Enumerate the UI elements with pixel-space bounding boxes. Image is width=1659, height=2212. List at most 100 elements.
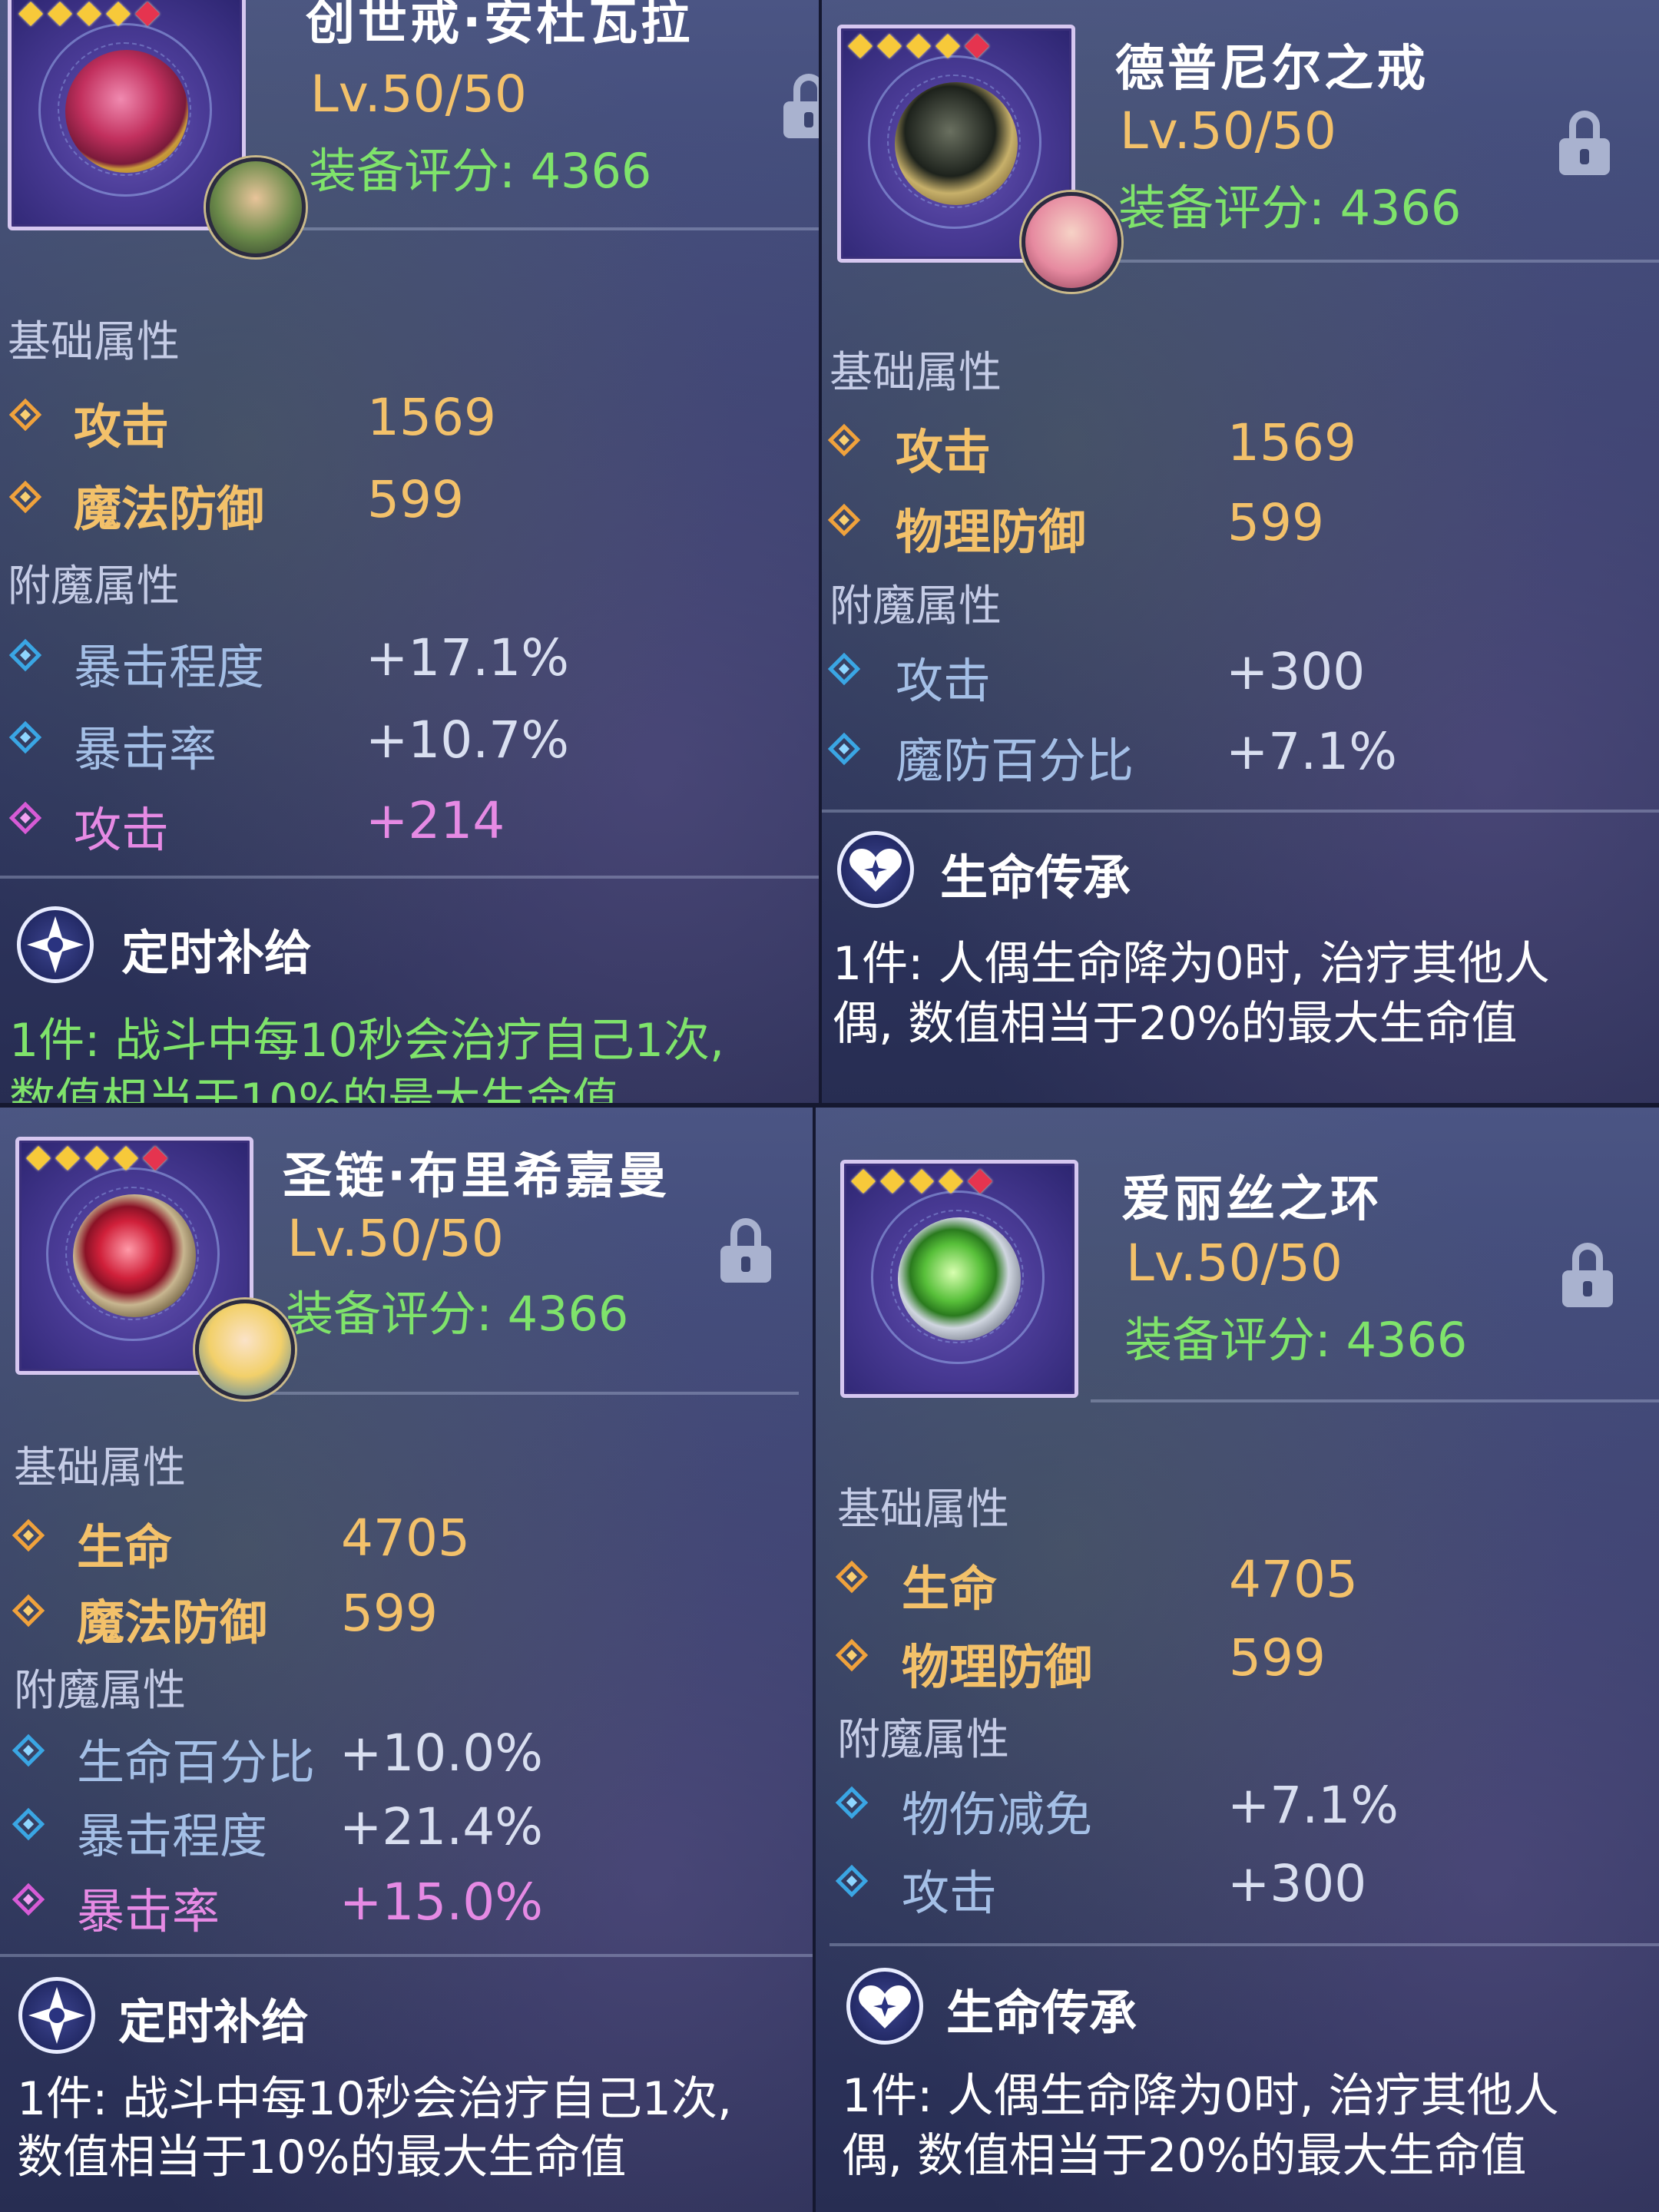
set-effect-desc-line2: 偶, 数值相当于20%的最大生命值 [833,997,1518,1051]
base-attr-row: 攻击 1569 [8,388,813,455]
base-attributes-header: 基础属性 [830,348,1002,398]
panel-separator [819,0,822,1106]
ring-gem-icon [898,1217,1021,1340]
lock-icon[interactable] [1562,1243,1613,1307]
diamond-bullet-icon [12,1734,45,1767]
diamond-bullet-icon [8,801,42,835]
star-rarity-icon [935,34,960,58]
equipment-level: Lv.50/50 [1126,1233,1343,1293]
set-effect-desc-line1: 1件: 战斗中每10秒会治疗自己1次, [9,1014,725,1068]
equipment-level: Lv.50/50 [1120,101,1336,161]
divider [820,810,1659,813]
set-effect-icon[interactable] [18,1977,95,2054]
set-effect-desc-line1: 1件: 人偶生命降为0时, 治疗其他人 [842,2069,1559,2123]
enchant-attr-row: 攻击 +300 [835,1854,1654,1921]
base-attr-row: 物理防御 599 [835,1628,1654,1695]
equipment-level: Lv.50/50 [310,65,527,124]
enchant-attr-row: 物伤减免 +7.1% [835,1776,1654,1843]
equipment-card-deponier: 德普尼尔之戒 Lv.50/50 装备评分: 4366 基础属性 攻击 1569 … [820,0,1659,1106]
diamond-bullet-icon [8,720,42,754]
base-attributes-header: 基础属性 [837,1485,1009,1535]
star-rarity-icon [968,1169,992,1194]
diamond-bullet-icon [835,1638,869,1672]
set-effect-desc-line2: 数值相当于10%的最大生命值 [9,1074,619,1106]
divider [0,1954,814,1957]
diamond-bullet-icon [827,503,861,537]
set-effect-name: 定时补给 [121,925,313,981]
divider [300,227,820,230]
lock-icon[interactable] [783,74,820,138]
star-rarity-icon [880,1169,905,1194]
lock-icon[interactable] [720,1218,771,1283]
enchant-attr-row: 攻击 +300 [827,642,1647,709]
enchant-attr-row: 暴击率 +15.0% [12,1873,808,1939]
star-rarity-icon [106,2,131,26]
rarity-stars [848,34,989,58]
divider [1091,1399,1659,1402]
star-rarity-icon [143,1146,167,1171]
diamond-bullet-icon [835,1864,869,1898]
equipment-title: 爱丽丝之环 [1121,1171,1382,1228]
rarity-stars [18,2,160,26]
character-avatar[interactable] [195,1300,295,1399]
character-avatar[interactable] [206,157,306,257]
equipment-icon-frame[interactable] [840,1160,1078,1398]
equipment-card-alice: 爱丽丝之环 Lv.50/50 装备评分: 4366 基础属性 生命 4705 物… [814,1106,1659,2212]
set-effect-desc-line2: 偶, 数值相当于20%的最大生命值 [842,2129,1527,2183]
equipment-score: 装备评分: 4366 [1124,1312,1468,1368]
base-attr-row: 生命 4705 [12,1508,808,1575]
panel-separator [813,1106,816,2212]
diamond-bullet-icon [827,652,861,686]
diamond-bullet-icon [12,1594,45,1628]
equipment-card-anduvara: 创世戒·安杜瓦拉 Lv.50/50 装备评分: 4366 基础属性 攻击 156… [0,0,820,1106]
base-attr-row: 魔法防御 599 [8,470,813,537]
enchant-attr-row: 暴击率 +10.7% [8,710,813,777]
enchant-attributes-header: 附魔属性 [830,581,1002,631]
enchant-attr-row: 攻击 +214 [8,791,813,858]
ring-gem-icon [65,50,188,173]
star-rarity-icon [26,1146,51,1171]
rarity-stars [26,1146,167,1171]
enchant-attributes-header: 附魔属性 [837,1715,1009,1765]
set-effect-desc-line1: 1件: 战斗中每10秒会治疗自己1次, [17,2072,733,2126]
base-attr-row: 生命 4705 [835,1550,1654,1617]
star-rarity-icon [77,2,101,26]
diamond-bullet-icon [8,480,42,514]
equipment-score: 装备评分: 4366 [1118,180,1462,236]
star-rarity-icon [909,1169,934,1194]
set-effect-icon[interactable] [17,906,94,983]
set-effect-name: 定时补给 [118,1994,310,2050]
equipment-level: Lv.50/50 [287,1209,504,1268]
enchant-attr-row: 魔防百分比 +7.1% [827,722,1647,789]
star-rarity-icon [965,34,989,58]
enchant-attr-row: 暴击程度 +21.4% [12,1797,808,1864]
divider [0,876,820,879]
divider [1074,260,1659,263]
enchant-attributes-header: 附魔属性 [8,561,180,611]
diamond-bullet-icon [827,732,861,766]
star-rarity-icon [55,1146,80,1171]
star-rarity-icon [851,1169,876,1194]
equipment-title: 创世戒·安杜瓦拉 [306,0,694,51]
set-effect-name: 生命传承 [940,849,1131,906]
diamond-bullet-icon [835,1560,869,1594]
rarity-stars [851,1169,992,1194]
divider [261,1392,799,1395]
lock-icon[interactable] [1559,111,1610,175]
diamond-bullet-icon [8,398,42,432]
diamond-bullet-icon [835,1786,869,1820]
set-effect-name: 生命传承 [946,1985,1137,2041]
diamond-bullet-icon [12,1518,45,1552]
diamond-bullet-icon [827,423,861,457]
set-effect-desc-line2: 数值相当于10%的最大生命值 [17,2131,627,2184]
diamond-bullet-icon [12,1883,45,1916]
diamond-bullet-icon [8,638,42,672]
set-effect-icon[interactable] [846,1968,923,2045]
character-avatar[interactable] [1022,192,1121,292]
set-effect-icon[interactable] [837,831,914,908]
base-attributes-header: 基础属性 [8,317,180,367]
base-attr-row: 物理防御 599 [827,493,1647,560]
diamond-bullet-icon [12,1807,45,1841]
star-rarity-icon [939,1169,963,1194]
divider [830,1943,1659,1946]
